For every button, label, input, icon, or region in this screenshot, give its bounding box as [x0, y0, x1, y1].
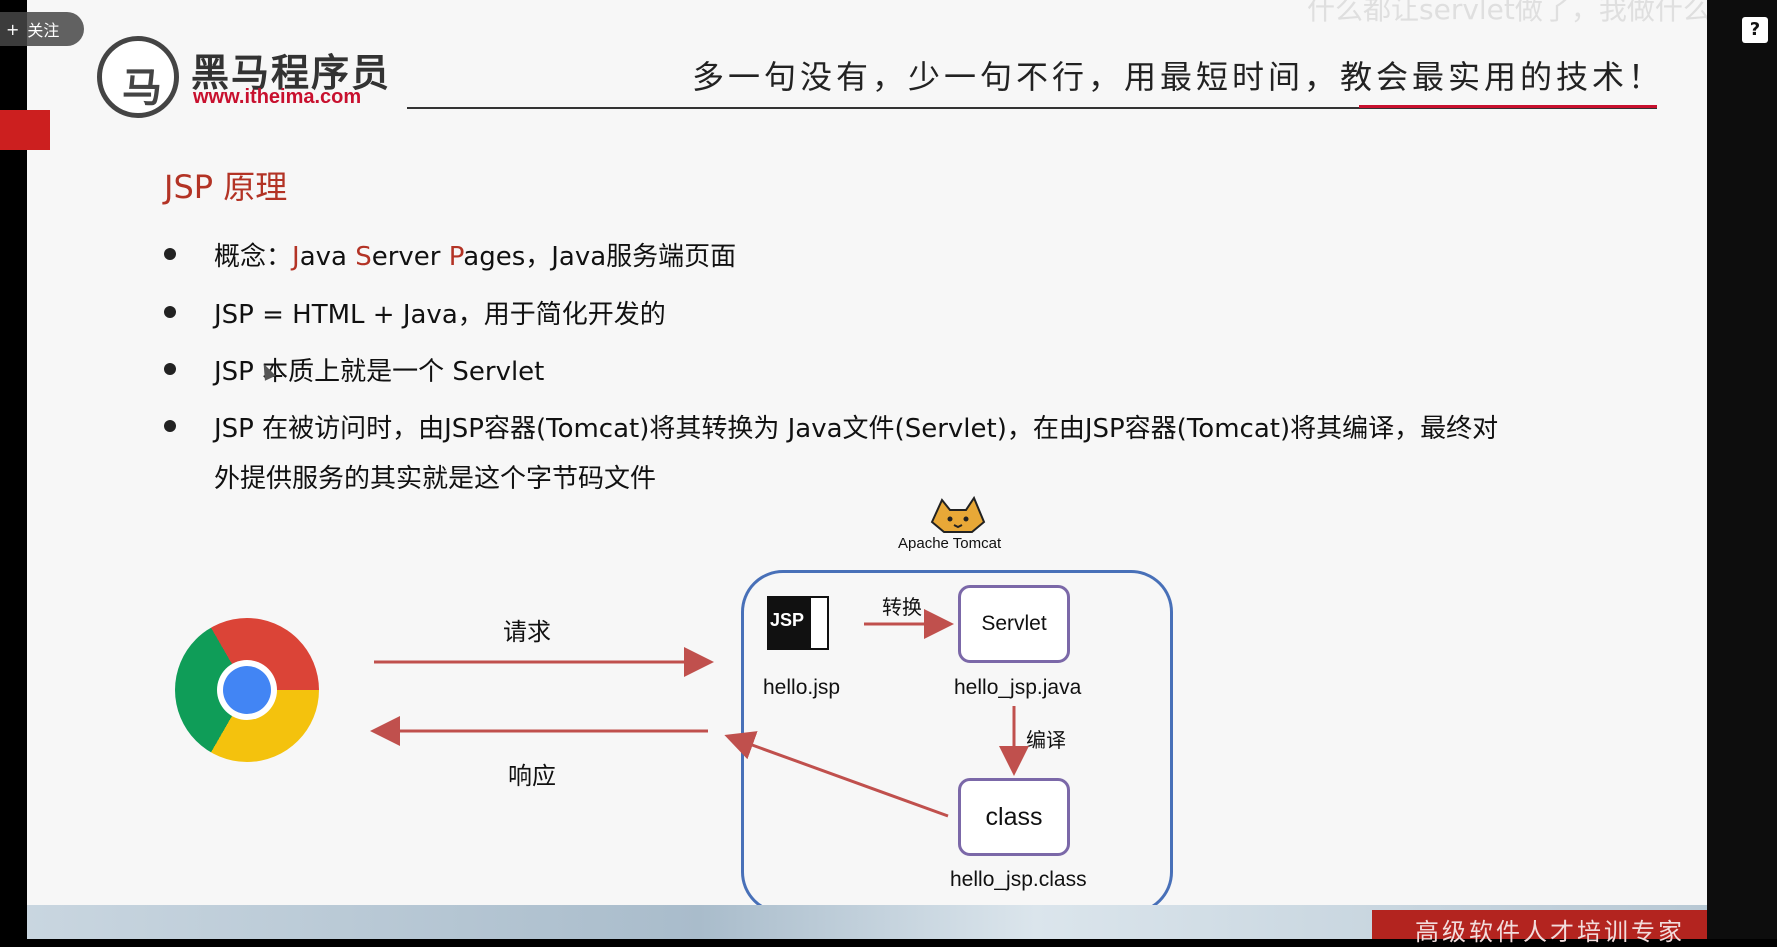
- flow-arrows: [370, 609, 1029, 818]
- class-return-arrow: [724, 731, 949, 818]
- footer-tagline: 高级软件人才培训专家: [1415, 918, 1685, 946]
